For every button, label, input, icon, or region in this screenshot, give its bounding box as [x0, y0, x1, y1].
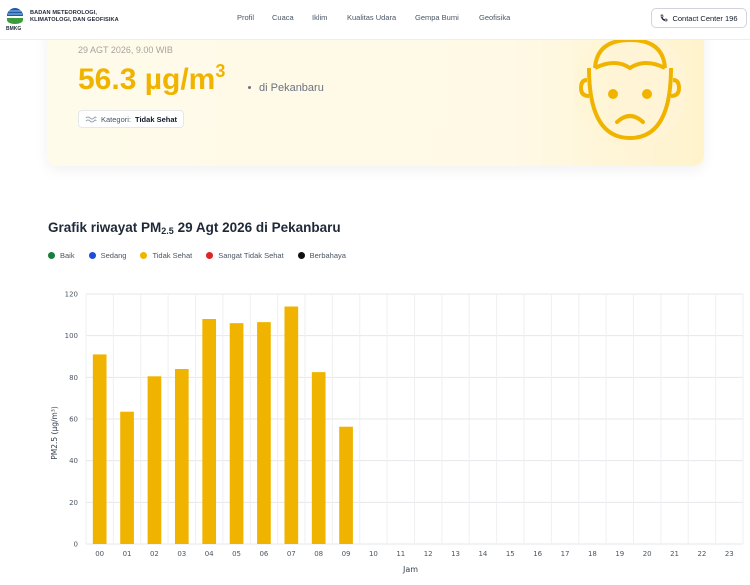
- bar-hour-04: [202, 319, 217, 544]
- y-tick-label: 100: [65, 332, 78, 340]
- x-tick-label: 13: [451, 550, 460, 558]
- x-tick-label: 20: [643, 550, 652, 558]
- nav-gempa-bumi[interactable]: Gempa Bumi: [415, 13, 459, 22]
- bar-hour-02: [147, 376, 162, 544]
- x-tick-label: 21: [670, 550, 679, 558]
- bar-hour-06: [257, 322, 271, 544]
- location-dot: [248, 86, 251, 89]
- x-tick-label: 06: [259, 550, 268, 558]
- bar-hour-00: [92, 354, 107, 544]
- x-tick-label: 01: [123, 550, 132, 558]
- x-tick-label: 18: [588, 550, 597, 558]
- legend-dot-icon: [88, 252, 96, 259]
- category-value: Tidak Sehat: [135, 114, 177, 124]
- x-tick-label: 09: [342, 550, 351, 558]
- y-tick-label: 20: [69, 499, 78, 507]
- x-tick-label: 07: [287, 550, 296, 558]
- legend-item-sangat-tidak-sehat[interactable]: Sangat Tidak Sehat: [206, 251, 284, 260]
- logo-caption: BMKG: [6, 26, 22, 32]
- location-label: di Pekanbaru: [248, 82, 324, 94]
- x-tick-label: 16: [533, 550, 542, 558]
- legend-dot-icon: [297, 252, 305, 259]
- legend-item-baik[interactable]: Baik: [48, 251, 75, 260]
- legend-dot-icon: [206, 252, 214, 259]
- x-tick-label: 19: [615, 550, 624, 558]
- chart-legend: Baik Sedang Tidak Sehat Sangat Tidak Seh…: [48, 251, 346, 260]
- y-tick-label: 80: [69, 374, 78, 382]
- x-tick-label: 17: [561, 550, 570, 558]
- nav-kualitas-udara[interactable]: Kualitas Udara: [347, 13, 396, 22]
- contact-center-label: Contact Center 196: [672, 13, 738, 23]
- nav-profil[interactable]: Profil: [237, 13, 254, 22]
- category-badge: Kategori: Tidak Sehat: [78, 110, 184, 128]
- bar-hour-07: [284, 306, 299, 544]
- x-tick-label: 02: [150, 550, 159, 558]
- legend-item-tidak-sehat[interactable]: Tidak Sehat: [140, 251, 192, 260]
- top-navbar: BMKG BADAN METEOROLOGI, KLIMATOLOGI, DAN…: [0, 0, 750, 40]
- nav-geofisika[interactable]: Geofisika: [479, 13, 510, 22]
- x-tick-label: 12: [424, 550, 433, 558]
- contact-center-button[interactable]: Contact Center 196: [651, 8, 747, 28]
- nav-cuaca[interactable]: Cuaca: [272, 13, 294, 22]
- x-tick-label: 15: [506, 550, 515, 558]
- category-label: Kategori:: [101, 114, 132, 124]
- y-axis-label: PM2.5 (µg/m³): [50, 406, 59, 460]
- x-tick-label: 05: [232, 550, 241, 558]
- bar-hour-08: [311, 372, 326, 544]
- measurement-date: 29 AGT 2026, 9.00 WIB: [78, 45, 173, 55]
- bar-hour-09: [339, 426, 353, 544]
- x-axis-label: Jam: [402, 565, 418, 574]
- x-tick-label: 03: [177, 550, 186, 558]
- organization-name: BADAN METEOROLOGI, KLIMATOLOGI, DAN GEOF…: [30, 10, 119, 23]
- legend-item-berbahaya[interactable]: Berbahaya: [297, 251, 346, 260]
- x-tick-label: 00: [95, 550, 104, 558]
- air-quality-card: 29 AGT 2026, 9.00 WIB 56.3 µg/m3 di Peka…: [47, 20, 704, 166]
- bar-hour-01: [120, 411, 134, 544]
- pm25-value: 56.3 µg/m3: [78, 61, 226, 96]
- x-tick-label: 04: [205, 550, 214, 558]
- x-tick-label: 23: [725, 550, 734, 558]
- legend-dot-icon: [48, 252, 55, 259]
- y-tick-label: 60: [69, 416, 78, 424]
- x-tick-label: 22: [697, 550, 706, 558]
- x-tick-label: 14: [478, 550, 487, 558]
- chart-title: Grafik riwayat PM2.5 29 Agt 2026 di Peka…: [48, 220, 341, 236]
- y-tick-label: 120: [65, 291, 78, 299]
- x-tick-label: 10: [369, 550, 378, 558]
- sad-face-icon: [575, 30, 685, 146]
- phone-icon: [661, 14, 668, 22]
- bar-hour-05: [229, 323, 244, 544]
- chart-canvas: 0 20 40 60 80 100 120 00 01 02 03 04 05 06 07 08 09 10 11 1…: [50, 291, 744, 574]
- bar-hour-03: [174, 369, 189, 544]
- nav-iklim[interactable]: Iklim: [312, 13, 327, 22]
- y-tick-label: 0: [74, 541, 78, 549]
- legend-dot-icon: [140, 252, 148, 259]
- x-tick-label: 08: [314, 550, 323, 558]
- x-tick-label: 11: [396, 550, 405, 558]
- pm25-bar-chart: 0 20 40 60 80 100 120 00 01 02 03 04 05 06 07 08 09 10 11 1…: [40, 280, 745, 580]
- y-tick-label: 40: [69, 457, 78, 465]
- legend-item-sedang[interactable]: Sedang: [88, 251, 126, 260]
- smoke-icon: [85, 116, 97, 123]
